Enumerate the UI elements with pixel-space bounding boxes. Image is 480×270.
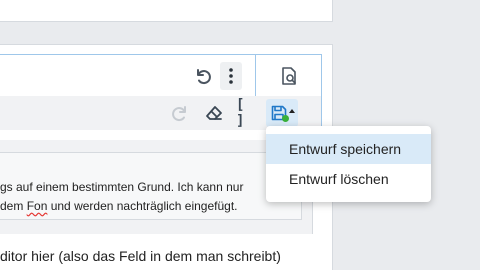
- previous-card: [0, 0, 333, 22]
- text-fragment: dem: [0, 199, 27, 213]
- editor-header: [0, 54, 322, 96]
- brackets-button[interactable]: [ ]: [236, 97, 258, 129]
- undo-button[interactable]: [191, 63, 215, 89]
- save-status-dot: [282, 115, 289, 122]
- redo-icon: [172, 106, 186, 122]
- eraser-icon: [206, 106, 222, 120]
- brackets-icon: [ ]: [236, 97, 246, 129]
- description-text: ditor hier (also das Feld in dem man sch…: [0, 248, 281, 264]
- misspelled-word[interactable]: Fon: [27, 199, 48, 213]
- save-draft-button[interactable]: [266, 99, 298, 127]
- editor-text-line: gs auf einem bestimmten Grund. Ich kann …: [0, 180, 244, 194]
- menu-item-save-draft[interactable]: Entwurf speichern: [266, 134, 431, 164]
- undo-icon: [197, 69, 211, 85]
- menu-item-delete-draft[interactable]: Entwurf löschen: [266, 164, 431, 194]
- preview-button[interactable]: [276, 63, 302, 89]
- chevron-up-icon: [289, 109, 295, 113]
- more-options-button[interactable]: [220, 62, 242, 90]
- header-divider: [255, 55, 256, 96]
- redo-button[interactable]: [169, 101, 191, 125]
- preview-icon: [282, 67, 296, 85]
- more-vertical-icon: [229, 68, 233, 84]
- save-draft-menu: Entwurf speichern Entwurf löschen: [266, 126, 431, 202]
- text-fragment: und werden nachträglich eingefügt.: [47, 199, 238, 213]
- editor-text-line: dem Fon und werden nachträglich eingefüg…: [0, 199, 238, 213]
- clear-formatting-button[interactable]: [203, 101, 225, 125]
